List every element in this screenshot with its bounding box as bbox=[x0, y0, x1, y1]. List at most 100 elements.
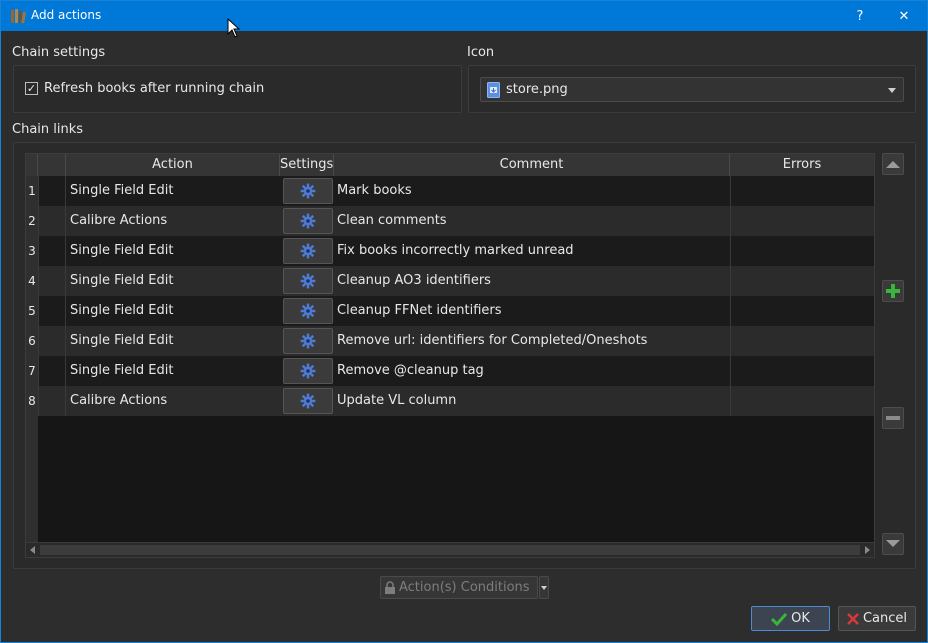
comment-cell[interactable]: Remove url: identifiers for Completed/On… bbox=[337, 326, 730, 356]
settings-button[interactable] bbox=[283, 178, 333, 204]
row-blank-cell bbox=[38, 266, 66, 296]
chain-links-table[interactable]: Action Settings Comment Errors 1 Single F… bbox=[25, 153, 875, 558]
row-number[interactable]: 2 bbox=[26, 206, 38, 236]
errors-cell bbox=[730, 266, 874, 296]
action-conditions-dropdown[interactable] bbox=[539, 576, 549, 599]
cancel-label: Cancel bbox=[862, 611, 908, 626]
action-cell[interactable]: Single Field Edit bbox=[70, 296, 280, 326]
column-header-errors[interactable]: Errors bbox=[730, 154, 874, 176]
settings-button[interactable] bbox=[283, 238, 333, 264]
gear-icon bbox=[300, 183, 316, 199]
action-cell[interactable]: Single Field Edit bbox=[70, 356, 280, 386]
gear-icon bbox=[300, 363, 316, 379]
add-actions-dialog: Add actions ? ✕ Chain settings ✓ Refresh… bbox=[0, 0, 928, 643]
settings-button[interactable] bbox=[283, 208, 333, 234]
comment-cell[interactable]: Cleanup AO3 identifiers bbox=[337, 266, 730, 296]
column-header-settings[interactable]: Settings bbox=[280, 154, 334, 176]
arrow-down-icon bbox=[886, 540, 900, 547]
column-header-comment[interactable]: Comment bbox=[334, 154, 730, 176]
corner-header bbox=[26, 154, 38, 176]
row-number[interactable]: 4 bbox=[26, 266, 38, 296]
row-blank-cell bbox=[38, 176, 66, 206]
mouse-cursor-icon bbox=[227, 18, 240, 38]
settings-button[interactable] bbox=[283, 358, 333, 384]
close-button[interactable]: ✕ bbox=[881, 1, 927, 31]
lock-icon bbox=[385, 580, 395, 594]
title-bar[interactable]: Add actions ? ✕ bbox=[1, 1, 927, 31]
table-row[interactable]: 5 Single Field Edit Cleanup FFNet identifi… bbox=[26, 296, 874, 326]
table-row[interactable]: 2 Calibre Actions Clean comments bbox=[26, 206, 874, 236]
remove-action-button[interactable] bbox=[882, 407, 904, 429]
refresh-books-checkbox-row[interactable]: ✓ Refresh books after running chain bbox=[25, 81, 264, 96]
row-blank-cell bbox=[38, 356, 66, 386]
cancel-button[interactable]: Cancel bbox=[838, 606, 916, 631]
help-icon: ? bbox=[856, 8, 864, 24]
row-blank-cell bbox=[38, 236, 66, 266]
action-cell[interactable]: Calibre Actions bbox=[70, 386, 280, 416]
icon-select-value: store.png bbox=[506, 82, 568, 97]
errors-cell bbox=[730, 176, 874, 206]
row-number[interactable]: 6 bbox=[26, 326, 38, 356]
row-number[interactable]: 8 bbox=[26, 386, 38, 416]
scrollbar-thumb[interactable] bbox=[40, 545, 860, 555]
errors-cell bbox=[730, 386, 874, 416]
move-down-button[interactable] bbox=[882, 533, 904, 555]
action-cell[interactable]: Calibre Actions bbox=[70, 206, 280, 236]
check-icon: ✓ bbox=[26, 82, 37, 95]
add-action-button[interactable] bbox=[882, 280, 904, 302]
action-conditions-label: Action(s) Conditions bbox=[399, 580, 530, 595]
settings-button[interactable] bbox=[283, 328, 333, 354]
help-button[interactable]: ? bbox=[837, 1, 883, 31]
row-number[interactable]: 5 bbox=[26, 296, 38, 326]
action-cell[interactable]: Single Field Edit bbox=[70, 326, 280, 356]
comment-cell[interactable]: Mark books bbox=[337, 176, 730, 206]
errors-cell bbox=[730, 296, 874, 326]
row-blank-cell bbox=[38, 386, 66, 416]
column-header-action[interactable]: Action bbox=[66, 154, 280, 176]
window-title: Add actions bbox=[31, 8, 102, 22]
comment-cell[interactable]: Cleanup FFNet identifiers bbox=[337, 296, 730, 326]
gear-icon bbox=[300, 243, 316, 259]
comment-cell[interactable]: Fix books incorrectly marked unread bbox=[337, 236, 730, 266]
checkmark-icon bbox=[771, 612, 788, 626]
row-number[interactable]: 7 bbox=[26, 356, 38, 386]
gear-icon bbox=[300, 393, 316, 409]
table-row[interactable]: 3 Single Field Edit Fix books incorrectly … bbox=[26, 236, 874, 266]
comment-cell[interactable]: Remove @cleanup tag bbox=[337, 356, 730, 386]
row-blank-cell bbox=[38, 296, 66, 326]
scroll-left-icon[interactable] bbox=[30, 546, 35, 554]
row-number[interactable]: 3 bbox=[26, 236, 38, 266]
action-cell[interactable]: Single Field Edit bbox=[70, 266, 280, 296]
ok-button[interactable]: OK bbox=[751, 606, 830, 631]
errors-cell bbox=[730, 356, 874, 386]
table-row[interactable]: 1 Single Field Edit Mark books bbox=[26, 176, 874, 206]
table-row[interactable]: 4 Single Field Edit Cleanup AO3 identifier… bbox=[26, 266, 874, 296]
action-conditions-button[interactable]: Action(s) Conditions bbox=[380, 576, 538, 599]
settings-button[interactable] bbox=[283, 388, 333, 414]
gear-icon bbox=[300, 273, 316, 289]
icon-label: Icon bbox=[467, 45, 495, 60]
move-up-button[interactable] bbox=[882, 153, 904, 175]
comment-cell[interactable]: Update VL column bbox=[337, 386, 730, 416]
gear-icon bbox=[300, 303, 316, 319]
horizontal-scrollbar[interactable] bbox=[26, 542, 874, 557]
comment-cell[interactable]: Clean comments bbox=[337, 206, 730, 236]
settings-button[interactable] bbox=[283, 268, 333, 294]
action-cell[interactable]: Single Field Edit bbox=[70, 236, 280, 266]
chain-links-label: Chain links bbox=[12, 122, 84, 137]
table-row[interactable]: 8 Calibre Actions Update VL column bbox=[26, 386, 874, 416]
scroll-right-icon[interactable] bbox=[865, 546, 870, 554]
png-file-icon bbox=[487, 82, 500, 98]
action-cell[interactable]: Single Field Edit bbox=[70, 176, 280, 206]
plus-icon bbox=[886, 284, 900, 298]
row-blank-cell bbox=[38, 206, 66, 236]
row-number[interactable]: 1 bbox=[26, 176, 38, 206]
settings-button[interactable] bbox=[283, 298, 333, 324]
table-row[interactable]: 6 Single Field Edit Remove url: identifier… bbox=[26, 326, 874, 356]
table-row[interactable]: 7 Single Field Edit Remove @cleanup tag bbox=[26, 356, 874, 386]
errors-cell bbox=[730, 236, 874, 266]
arrow-up-icon bbox=[886, 161, 900, 168]
row-header-filler bbox=[26, 416, 38, 542]
refresh-books-checkbox[interactable]: ✓ bbox=[25, 82, 38, 95]
icon-select[interactable]: store.png bbox=[480, 77, 904, 102]
